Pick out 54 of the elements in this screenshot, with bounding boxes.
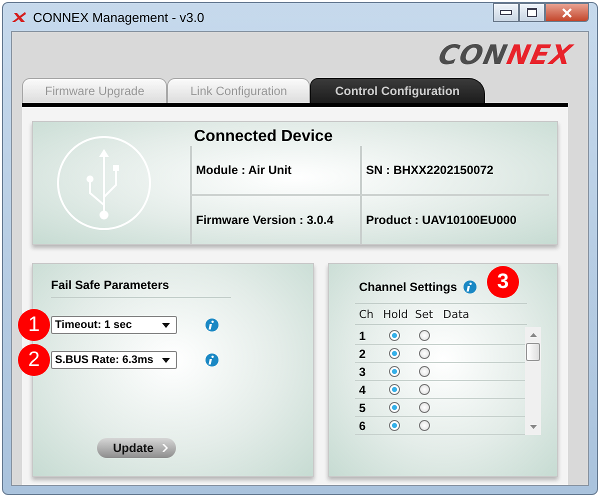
number-badge: 2 — [18, 344, 50, 376]
radio-button[interactable] — [389, 348, 400, 359]
info-icon — [205, 353, 219, 367]
chevron-right-icon — [162, 444, 168, 452]
scroll-down-icon — [530, 425, 536, 429]
device-info-text: Module : Air Unit — [196, 163, 292, 177]
dropdown-arrow-icon — [162, 358, 170, 362]
column-header: Hold — [383, 308, 410, 321]
radio-button[interactable] — [419, 420, 430, 431]
close-icon — [562, 8, 572, 18]
column-header: Ch — [359, 308, 375, 321]
dropdown-arrow-icon — [162, 322, 170, 328]
number-badge: 1 — [18, 309, 50, 341]
minimize-button[interactable] — [493, 3, 519, 22]
channel-number: 5 — [359, 400, 367, 414]
radio-button[interactable] — [419, 330, 430, 341]
scroll-thumb[interactable] — [526, 343, 540, 361]
channel-number: 4 — [359, 382, 367, 396]
device-info-text: Firmware Version : 3.0.4 — [196, 213, 334, 227]
connex-logo: CONNEX — [436, 40, 576, 70]
info-icon — [205, 318, 219, 332]
radio-button[interactable] — [419, 402, 430, 413]
tab[interactable]: Control Configuration — [310, 78, 485, 103]
scrollbar[interactable] — [525, 327, 541, 435]
channel-number: 1 — [359, 328, 367, 342]
window-title: CONNEX Management - v3.0 — [33, 10, 204, 24]
radio-button[interactable] — [389, 402, 400, 413]
number-badge: 3 — [487, 266, 520, 298]
radio-button[interactable] — [389, 384, 400, 395]
close-button[interactable] — [545, 3, 589, 22]
usb-icon — [56, 135, 152, 231]
device-info-text: Product : UAV10100EU000 — [366, 213, 517, 227]
scroll-up-icon — [530, 333, 536, 337]
maximize-button[interactable] — [519, 3, 545, 22]
radio-button[interactable] — [389, 420, 400, 431]
radio-button[interactable] — [389, 330, 400, 341]
panel-heading: Channel Settings — [359, 280, 458, 294]
channel-number: 2 — [359, 346, 367, 360]
x-logo-icon — [11, 11, 27, 23]
column-header: Data — [443, 308, 470, 321]
device-info-text: SN : BHXX2202150072 — [366, 163, 494, 177]
radio-button[interactable] — [419, 384, 430, 395]
radio-button[interactable] — [389, 366, 400, 377]
device-heading: Connected Device — [193, 128, 334, 146]
column-header: Set — [415, 308, 434, 321]
radio-button[interactable] — [419, 348, 430, 359]
panel-heading: Fail Safe Parameters — [51, 278, 231, 298]
update-button[interactable]: Update — [97, 438, 176, 458]
channel-number: 3 — [359, 364, 367, 378]
radio-button[interactable] — [419, 366, 430, 377]
dropdown[interactable]: S.BUS Rate: 6.3ms — [51, 351, 177, 369]
dropdown[interactable]: Timeout: 1 sec — [51, 316, 177, 334]
channel-number: 6 — [359, 418, 367, 432]
info-icon — [463, 280, 478, 294]
